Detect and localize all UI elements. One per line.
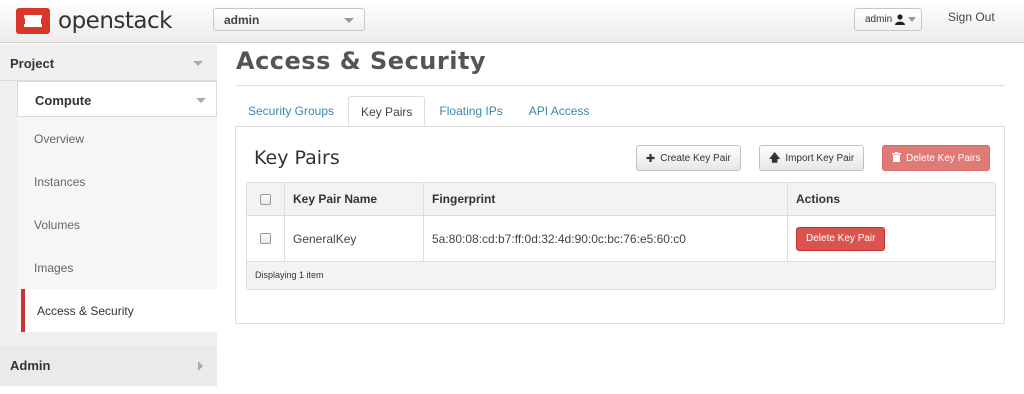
arrow-up-icon: 🡅: [769, 151, 781, 164]
tab-api-access[interactable]: API Access: [517, 96, 602, 126]
sidebar-project-label: Project: [10, 56, 55, 71]
user-menu[interactable]: admin: [854, 8, 922, 31]
sidebar-compute-items: Overview Instances Volumes Images Access…: [17, 117, 217, 332]
chevron-down-icon: [193, 61, 203, 66]
row-checkbox[interactable]: [260, 233, 271, 244]
sidebar-project-header[interactable]: Project: [0, 44, 217, 81]
sidebar: Project Compute Overview Instances Volum…: [0, 44, 217, 386]
tab-bar: Security Groups Key Pairs Floating IPs A…: [236, 96, 603, 126]
tab-floating-ips[interactable]: Floating IPs: [427, 96, 514, 126]
key-pair-fingerprint: 5a:80:08:cd:b7:ff:0d:32:4d:90:0c:bc:76:e…: [424, 216, 788, 261]
sidebar-compute-label: Compute: [35, 93, 92, 108]
delete-key-pairs-button[interactable]: Delete Key Pairs: [882, 145, 991, 171]
select-all-cell: [247, 183, 285, 215]
table-footer: Displaying 1 item: [247, 262, 995, 289]
chevron-down-icon: [344, 18, 354, 23]
sidebar-compute-header[interactable]: Compute: [17, 81, 217, 117]
chevron-down-icon: [196, 98, 206, 103]
sidebar-item-access-security[interactable]: Access & Security: [21, 289, 217, 332]
create-key-pair-button[interactable]: ✚ Create Key Pair: [636, 145, 741, 171]
import-key-pair-label: Import Key Pair: [785, 152, 855, 164]
row-select-cell: [247, 216, 285, 261]
import-key-pair-button[interactable]: 🡅 Import Key Pair: [759, 145, 865, 171]
key-pairs-table: Key Pair Name Fingerprint Actions Genera…: [246, 182, 996, 290]
delete-key-pairs-label: Delete Key Pairs: [906, 152, 981, 164]
chevron-down-icon: [908, 17, 917, 22]
sidebar-item-images[interactable]: Images: [17, 246, 217, 289]
user-name: admin: [865, 14, 893, 25]
project-select-value: admin: [224, 13, 260, 27]
sign-out-link[interactable]: Sign Out: [948, 10, 995, 24]
select-all-checkbox[interactable]: [260, 193, 271, 205]
project-select[interactable]: admin: [213, 8, 365, 31]
trash-icon: [892, 151, 901, 165]
page-title: Access & Security: [236, 47, 487, 75]
plus-icon: ✚: [646, 152, 656, 165]
openstack-logo-icon: [16, 8, 50, 34]
user-icon: [895, 14, 906, 28]
sidebar-admin-label: Admin: [10, 358, 51, 373]
delete-key-pair-button[interactable]: Delete Key Pair: [796, 226, 886, 251]
key-pair-name: GeneralKey: [285, 216, 424, 261]
table-header-row: Key Pair Name Fingerprint Actions: [247, 183, 995, 216]
column-header-actions: Actions: [796, 192, 841, 206]
brand-logo[interactable]: openstack: [16, 8, 172, 34]
sidebar-admin-header[interactable]: Admin: [0, 346, 217, 386]
brand-name: openstack: [58, 8, 172, 34]
row-actions-cell: Delete Key Pair: [788, 216, 995, 261]
key-pairs-panel: Key Pairs ✚ Create Key Pair 🡅 Import Key…: [235, 126, 1005, 324]
table-row: GeneralKey 5a:80:08:cd:b7:ff:0d:32:4d:90…: [247, 216, 995, 262]
chevron-right-icon: [198, 361, 203, 371]
column-header-fingerprint[interactable]: Fingerprint: [424, 183, 788, 215]
sidebar-item-volumes[interactable]: Volumes: [17, 203, 217, 246]
sidebar-item-overview[interactable]: Overview: [17, 117, 217, 160]
sidebar-item-instances[interactable]: Instances: [17, 160, 217, 203]
top-navbar: openstack admin admin Sign Out: [0, 0, 1024, 43]
tab-key-pairs[interactable]: Key Pairs: [348, 96, 426, 126]
column-header-name[interactable]: Key Pair Name: [285, 183, 424, 215]
create-key-pair-label: Create Key Pair: [660, 152, 731, 164]
panel-title: Key Pairs: [254, 147, 340, 169]
tab-security-groups[interactable]: Security Groups: [236, 96, 346, 126]
title-divider: [236, 85, 1005, 86]
